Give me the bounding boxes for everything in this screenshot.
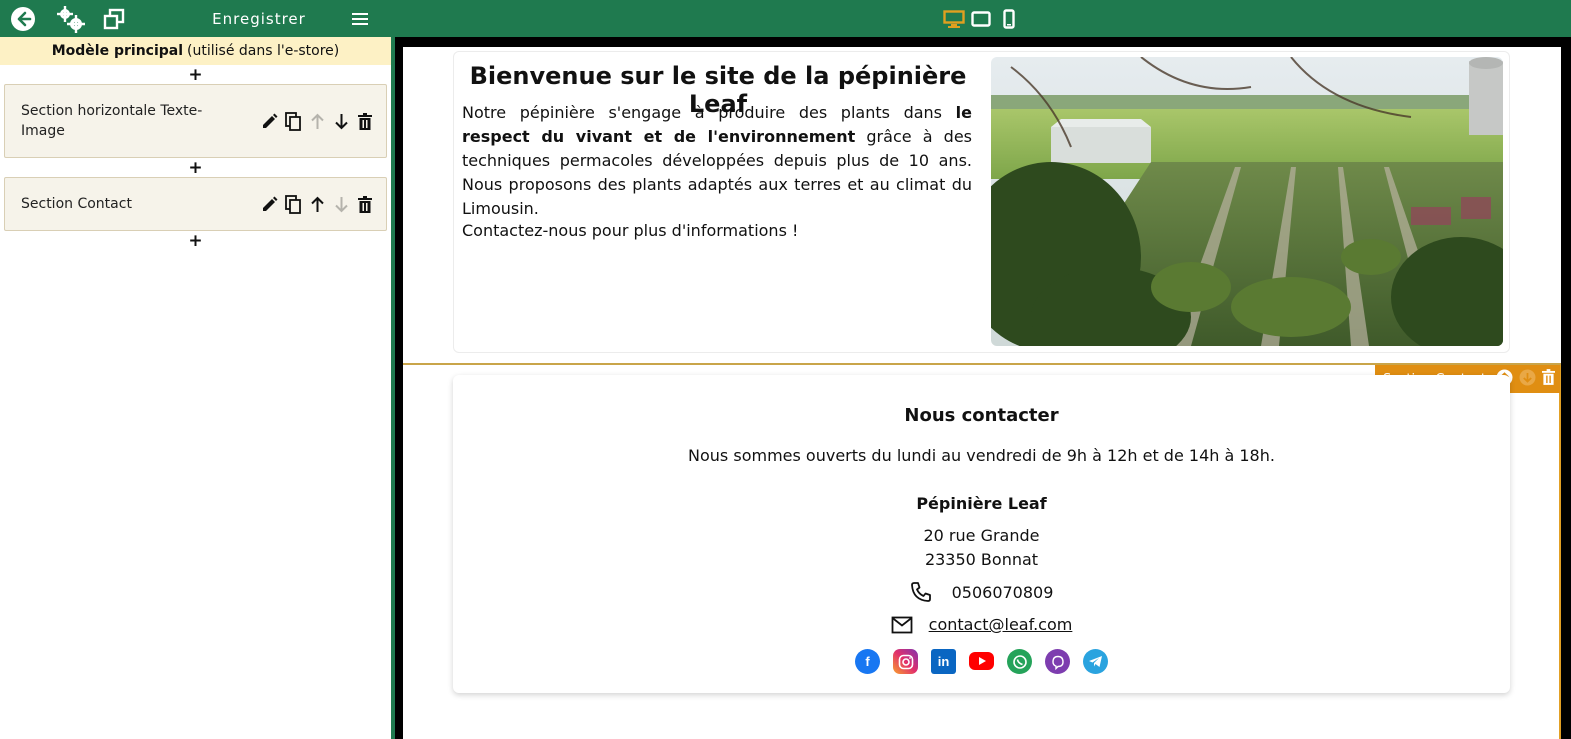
contact-title: Nous contacter — [904, 405, 1059, 426]
edit-button[interactable] — [260, 112, 278, 130]
mail-icon — [891, 616, 913, 633]
trash-icon — [358, 195, 372, 213]
instagram-icon[interactable] — [893, 649, 918, 674]
facebook-icon[interactable]: f — [855, 649, 880, 674]
contact-card: Nous contacter Nous sommes ouverts du lu… — [453, 375, 1510, 693]
sections-sidebar: Modèle principal (utilisé dans l'e-store… — [0, 37, 391, 739]
preview-canvas: Bienvenue sur le site de la pépinière Le… — [403, 47, 1561, 739]
gears-icon — [57, 5, 85, 33]
arrow-up-icon — [310, 113, 324, 129]
hero-text-part: Notre pépinière s'engage à produire des … — [462, 103, 956, 122]
copy-icon — [284, 111, 301, 131]
save-button[interactable]: Enregistrer — [196, 0, 322, 37]
hero-paragraph: Notre pépinière s'engage à produire des … — [462, 101, 972, 221]
linkedin-icon[interactable]: in — [931, 649, 956, 674]
delete-button[interactable] — [356, 112, 374, 130]
pencil-icon — [262, 196, 277, 211]
nursery-photo — [991, 57, 1503, 346]
nursery-image — [991, 57, 1503, 346]
duplicate-button[interactable] — [284, 194, 302, 214]
sidebar-section-contact[interactable]: Section Contact — [4, 177, 387, 231]
section-label: Section horizontale Texte-Image — [21, 103, 203, 139]
add-section-button[interactable]: + — [0, 65, 391, 85]
move-up-button[interactable] — [308, 112, 326, 130]
trash-icon — [1542, 369, 1556, 385]
model-title: Modèle principal — [51, 43, 184, 59]
youtube-icon[interactable] — [969, 652, 994, 670]
whatsapp-icon[interactable] — [1007, 649, 1032, 674]
arrow-up-icon — [310, 196, 324, 212]
opening-hours: Nous sommes ouverts du lundi au vendredi… — [688, 446, 1275, 465]
settings-button[interactable] — [54, 0, 86, 37]
phone-icon — [910, 582, 931, 602]
windows-button[interactable] — [101, 0, 127, 37]
move-down-button[interactable] — [332, 195, 350, 213]
arrow-down-circle-icon — [1519, 369, 1536, 385]
add-section-button[interactable]: + — [0, 158, 391, 178]
hero-contact-line: Contactez-nous pour plus d'informations … — [462, 221, 799, 240]
top-toolbar: Enregistrer — [0, 0, 1571, 37]
tablet-icon — [971, 10, 991, 27]
section-actions — [260, 111, 374, 131]
device-tablet-button[interactable] — [970, 0, 992, 37]
sidebar-section-text-image[interactable]: Section horizontale Texte-Image — [4, 84, 387, 158]
delete-button[interactable] — [356, 195, 374, 213]
device-mobile-button[interactable] — [1000, 0, 1018, 37]
section-actions — [260, 194, 374, 214]
mobile-icon — [1003, 8, 1015, 29]
phone-number[interactable]: 0506070809 — [952, 583, 1054, 602]
arrow-down-icon — [334, 113, 348, 129]
trash-icon — [358, 112, 372, 130]
email-link[interactable]: contact@leaf.com — [929, 615, 1073, 634]
back-button[interactable] — [9, 0, 37, 37]
badge-move-down-button[interactable] — [1519, 369, 1536, 390]
email-row: contact@leaf.com — [453, 615, 1510, 634]
address-street: 20 rue Grande — [923, 526, 1040, 545]
duplicate-button[interactable] — [284, 111, 302, 131]
social-links: f in — [453, 649, 1510, 674]
arrow-down-icon — [334, 196, 348, 212]
viber-icon[interactable] — [1045, 649, 1070, 674]
device-desktop-button[interactable] — [942, 0, 966, 37]
contact-section-wrapper[interactable]: Section Contact Nous contacter Nous somm… — [403, 365, 1561, 739]
hamburger-icon — [352, 12, 368, 25]
desktop-icon — [943, 9, 965, 28]
windows-icon — [103, 8, 125, 29]
move-up-button[interactable] — [308, 195, 326, 213]
telegram-icon[interactable] — [1083, 649, 1108, 674]
menu-button[interactable] — [348, 0, 372, 37]
business-name: Pépinière Leaf — [916, 494, 1047, 513]
edit-button[interactable] — [260, 195, 278, 213]
phone-row: 0506070809 — [453, 581, 1510, 603]
copy-icon — [284, 194, 301, 214]
pencil-icon — [262, 113, 277, 128]
add-section-button[interactable]: + — [0, 231, 391, 251]
back-arrow-icon — [11, 6, 35, 31]
model-header: Modèle principal (utilisé dans l'e-store… — [0, 37, 391, 65]
badge-delete-button[interactable] — [1542, 369, 1556, 389]
move-down-button[interactable] — [332, 112, 350, 130]
text-image-section[interactable]: Bienvenue sur le site de la pépinière Le… — [453, 51, 1510, 353]
model-note: (utilisé dans l'e-store) — [187, 43, 340, 59]
address-city: 23350 Bonnat — [924, 550, 1039, 569]
section-label: Section Contact — [21, 196, 132, 212]
